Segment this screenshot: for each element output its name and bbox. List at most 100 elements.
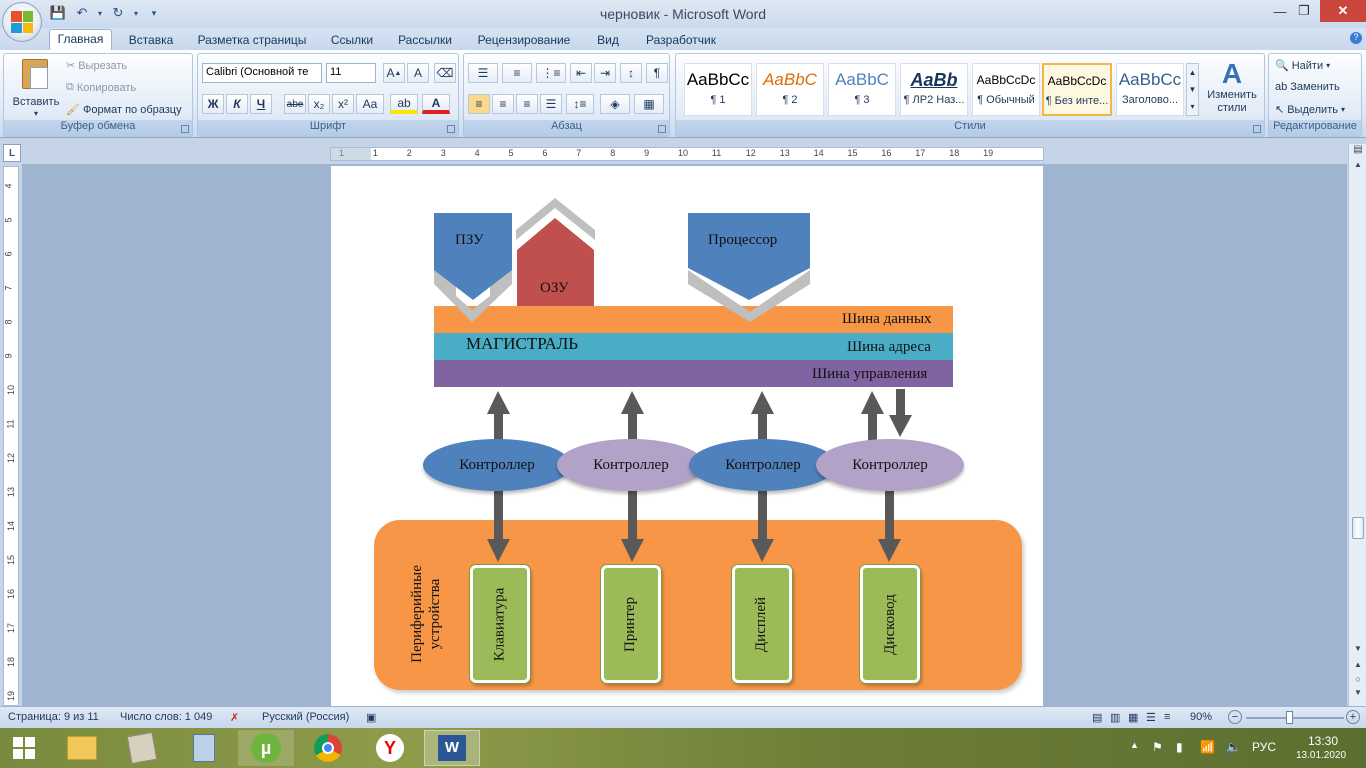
battery-icon[interactable]: ▮ (1176, 740, 1183, 754)
numbering-icon[interactable]: ≡ (502, 63, 532, 83)
explorer-taskbar-icon[interactable] (54, 730, 110, 766)
input-language[interactable]: РУС (1252, 740, 1276, 754)
bold-button[interactable]: Ж (202, 94, 224, 114)
styles-launcher-icon[interactable] (1253, 125, 1261, 133)
borders-icon[interactable]: ▦ (634, 94, 664, 114)
tab-home[interactable]: Главная (49, 29, 112, 51)
horizontal-ruler[interactable]: 112345678910111213141516171819 (330, 147, 1044, 161)
style-normal[interactable]: AaBbCcDc ¶ Обычный (972, 63, 1040, 116)
shrink-font-icon[interactable]: A (407, 63, 429, 83)
scroll-down-icon[interactable]: ▼ (1351, 644, 1365, 658)
select-button[interactable]: ↖ Выделить ▾ (1275, 103, 1345, 117)
decrease-indent-icon[interactable]: ⇤ (570, 63, 592, 83)
font-family-combo[interactable]: Calibri (Основной те (202, 63, 322, 83)
utorrent-taskbar-icon[interactable]: µ (238, 730, 294, 766)
next-page-icon[interactable]: ▼ (1351, 688, 1365, 702)
maximize-button[interactable]: ❐ (1286, 0, 1322, 22)
format-painter-button[interactable]: 🖌 Формат по образцу (66, 103, 182, 117)
zoom-slider[interactable] (1246, 717, 1344, 719)
browse-object-icon[interactable]: ○ (1351, 674, 1365, 688)
justify-icon[interactable]: ☰ (540, 94, 562, 114)
volume-icon[interactable]: 🔈 (1226, 740, 1241, 754)
font-launcher-icon[interactable] (447, 125, 455, 133)
vertical-ruler[interactable]: 4 5 6 7 8 9 10 11 12 13 14 15 16 17 18 19 (3, 166, 19, 706)
style-3[interactable]: AaBbC ¶ 3 (828, 63, 896, 116)
align-left-icon[interactable]: ≡ (468, 94, 490, 114)
change-case-button[interactable]: Aa (356, 94, 384, 114)
vertical-scrollbar[interactable]: ▤ ▲ ▼ ▲ ○ ▼ (1348, 144, 1366, 706)
tab-insert[interactable]: Вставка (122, 31, 180, 50)
scroll-up-icon[interactable]: ▲ (1351, 160, 1365, 174)
macro-icon[interactable]: ▣ (366, 711, 376, 724)
proofing-icon[interactable]: ✗ (230, 711, 239, 724)
app-taskbar-icon-2[interactable] (114, 730, 170, 766)
tab-review[interactable]: Рецензирование (470, 31, 578, 50)
tray-expand-icon[interactable]: ▲ (1130, 740, 1139, 750)
font-color-icon[interactable]: A (422, 94, 450, 114)
clipboard-launcher-icon[interactable] (181, 125, 189, 133)
office-button[interactable] (2, 2, 42, 42)
find-button[interactable]: 🔍 Найти ▾ (1275, 59, 1330, 73)
pilcrow-icon[interactable]: ¶ (646, 63, 668, 83)
subscript-button[interactable]: x₂ (308, 94, 330, 114)
chrome-taskbar-icon[interactable] (300, 730, 356, 766)
align-center-icon[interactable]: ≡ (492, 94, 514, 114)
start-button[interactable] (0, 730, 48, 766)
underline-button[interactable]: Ч (250, 94, 272, 114)
word-taskbar-icon[interactable]: W (424, 730, 480, 766)
copy-button[interactable]: ⧉ Копировать (66, 81, 136, 94)
style-2[interactable]: AaBbC ¶ 2 (756, 63, 824, 116)
tab-mailings[interactable]: Рассылки (390, 31, 460, 50)
view-draft-icon[interactable]: ≡ (1164, 711, 1170, 723)
tab-references[interactable]: Ссылки (324, 31, 380, 50)
styles-scroll-icon[interactable]: ▲ ▼ ▾ (1186, 63, 1199, 116)
bullets-icon[interactable]: ☰ (468, 63, 498, 83)
view-outline-icon[interactable]: ☰ (1146, 711, 1156, 724)
superscript-button[interactable]: x² (332, 94, 354, 114)
shading-icon[interactable]: ◈ (600, 94, 630, 114)
line-spacing-icon[interactable]: ↕≡ (566, 94, 594, 114)
language-indicator[interactable]: Русский (Россия) (262, 711, 349, 723)
view-web-icon[interactable]: ▦ (1128, 711, 1138, 724)
ruler-toggle-icon[interactable]: ▤ (1351, 144, 1365, 158)
strikethrough-button[interactable]: abe (284, 94, 306, 114)
view-print-layout-icon[interactable]: ▤ (1092, 711, 1102, 724)
prev-page-icon[interactable]: ▲ (1351, 660, 1365, 674)
clock-date[interactable]: 13.01.2020 (1296, 750, 1346, 761)
page-count[interactable]: Страница: 9 из 11 (8, 711, 99, 723)
change-styles-button[interactable]: A Изменить стили (1203, 59, 1261, 119)
highlight-icon[interactable]: ab (390, 94, 418, 114)
style-heading[interactable]: AaBbCc Заголово... (1116, 63, 1184, 116)
paste-button[interactable]: Вставить ▾ (10, 57, 62, 119)
word-count[interactable]: Число слов: 1 049 (120, 711, 212, 723)
clear-format-icon[interactable]: ⌫ (434, 63, 456, 83)
close-button[interactable]: ✕ (1320, 0, 1366, 22)
tab-page-layout[interactable]: Разметка страницы (190, 31, 314, 50)
cut-button[interactable]: ✂ Вырезать (66, 59, 127, 73)
paragraph-launcher-icon[interactable] (658, 125, 666, 133)
multilevel-list-icon[interactable]: ⋮≡ (536, 63, 566, 83)
document-page[interactable] (331, 166, 1043, 711)
zoom-level[interactable]: 90% (1190, 711, 1212, 723)
sort-icon[interactable]: ↕ (620, 63, 642, 83)
increase-indent-icon[interactable]: ⇥ (594, 63, 616, 83)
view-full-screen-icon[interactable]: ▥ (1110, 711, 1120, 724)
replace-button[interactable]: ab Заменить (1275, 81, 1340, 93)
align-right-icon[interactable]: ≡ (516, 94, 538, 114)
grow-font-icon[interactable]: A ▲ (383, 63, 405, 83)
tab-developer[interactable]: Разработчик (638, 31, 724, 50)
help-icon[interactable]: ? (1350, 32, 1362, 44)
action-center-icon[interactable]: ⚑ (1152, 740, 1163, 754)
tab-selector[interactable]: L (3, 144, 21, 162)
font-size-combo[interactable]: 11 (326, 63, 376, 83)
scroll-thumb[interactable] (1352, 517, 1364, 539)
zoom-out-icon[interactable]: − (1228, 710, 1242, 724)
clock-time[interactable]: 13:30 (1308, 734, 1338, 748)
style-1[interactable]: AaBbCc ¶ 1 (684, 63, 752, 116)
yandex-taskbar-icon[interactable]: Y (362, 730, 418, 766)
calculator-taskbar-icon[interactable] (176, 730, 232, 766)
style-lr2[interactable]: AaBb ¶ ЛР2 Наз... (900, 63, 968, 116)
zoom-thumb[interactable] (1286, 711, 1294, 724)
network-icon[interactable]: 📶 (1200, 740, 1215, 754)
tab-view[interactable]: Вид (588, 31, 628, 50)
